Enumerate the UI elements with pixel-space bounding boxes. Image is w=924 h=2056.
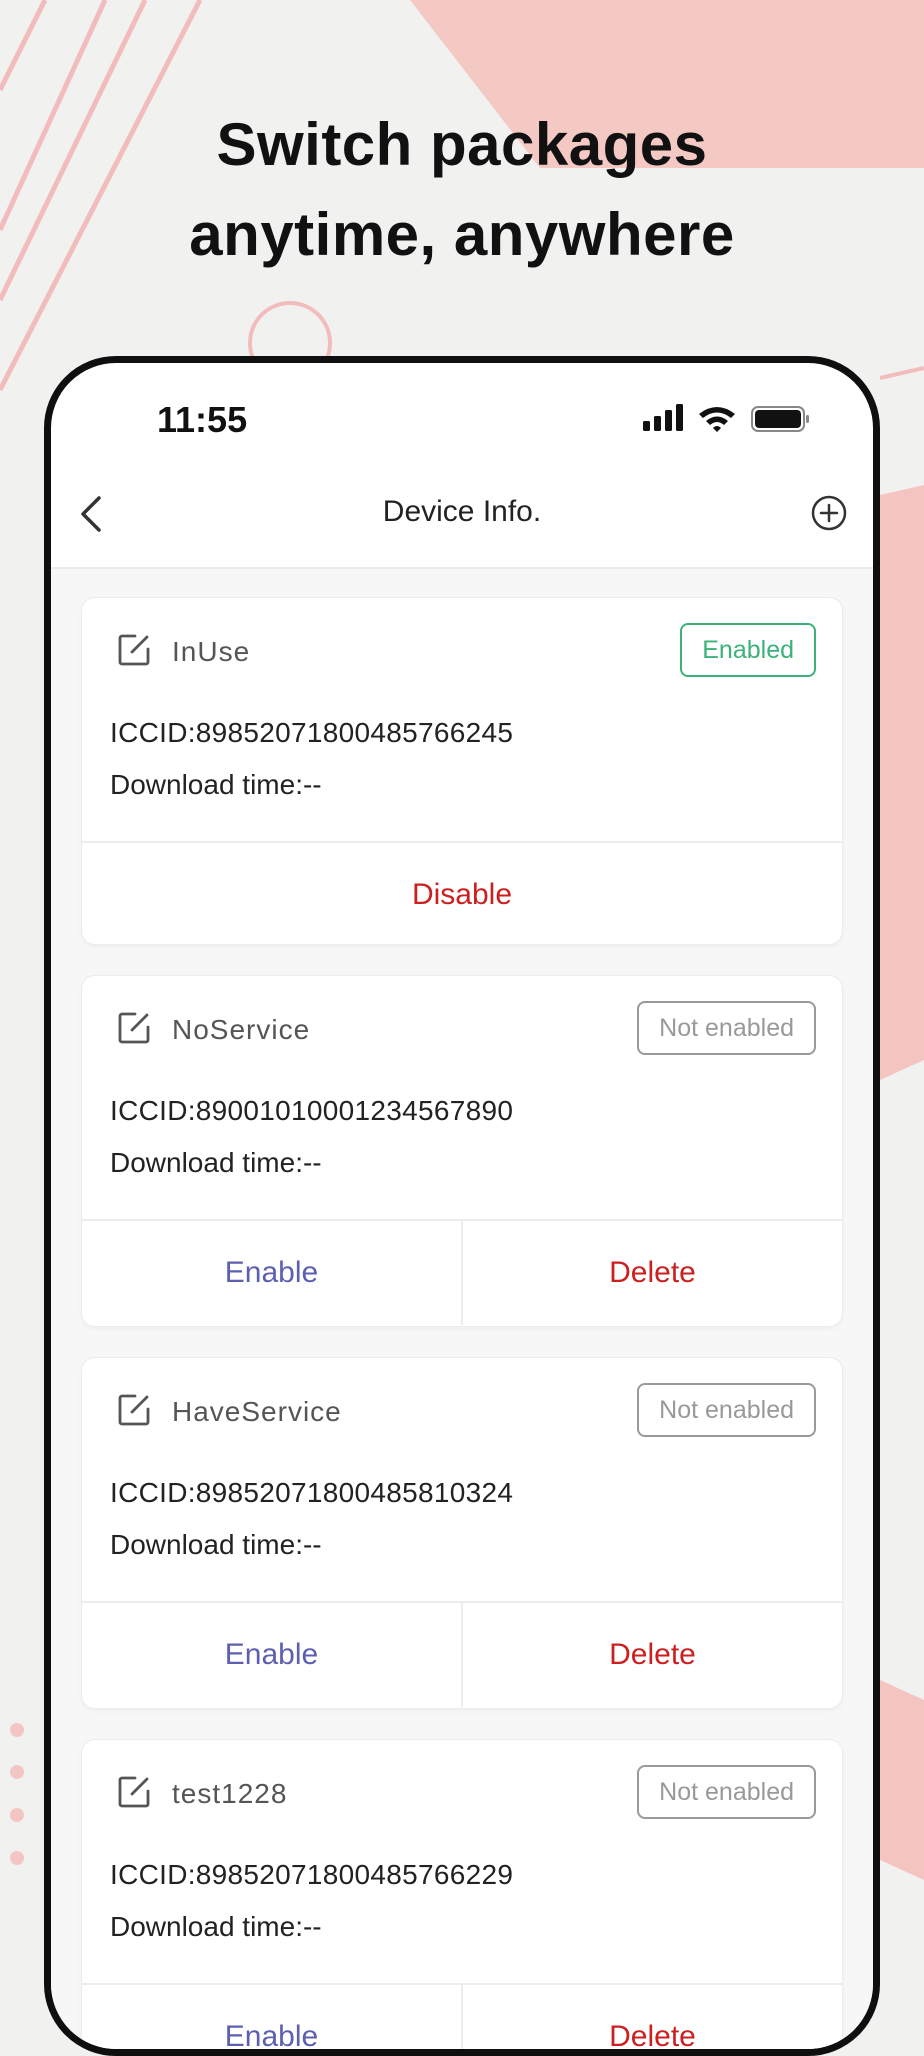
delete-button[interactable]: Delete (461, 1603, 842, 1707)
enable-button[interactable]: Enable (82, 1221, 461, 1325)
status-bar: 11:55 (51, 363, 873, 453)
add-button[interactable] (809, 493, 849, 533)
card-actions: Enable Delete (82, 1219, 842, 1325)
deco-dot (10, 1765, 24, 1779)
deco-line (0, 0, 48, 92)
download-time-text: Download time:-- (110, 769, 322, 800)
status-badge: Enabled (680, 623, 816, 677)
nav-bar: Device Info. (51, 463, 873, 569)
status-time: 11:55 (157, 399, 248, 440)
card-actions: Enable Delete (82, 1601, 842, 1707)
esim-card: NoService Not enabled ICCID:890010100012… (81, 975, 843, 1327)
deco-line (879, 366, 924, 380)
card-header: HaveService Not enabled (82, 1358, 842, 1458)
esim-card: InUse Enabled ICCID:89852071800485766245… (81, 597, 843, 945)
download-time-text: Download time:-- (110, 1529, 322, 1560)
disable-button[interactable]: Disable (82, 843, 842, 944)
page-title: Device Info. (382, 495, 542, 528)
deco-dot (10, 1808, 24, 1822)
status-badge: Not enabled (637, 1383, 816, 1437)
status-badge: Not enabled (637, 1765, 816, 1819)
headline-line-1: Switch packages (216, 111, 708, 178)
edit-icon[interactable] (114, 1390, 154, 1430)
battery-icon (751, 406, 809, 432)
card-name: NoService (172, 1014, 311, 1045)
deco-dot (10, 1723, 24, 1737)
card-name: InUse (172, 636, 251, 667)
card-header: InUse Enabled (82, 598, 842, 698)
edit-icon[interactable] (114, 1008, 154, 1048)
card-actions: Disable (82, 841, 842, 944)
enable-button[interactable]: Enable (82, 1985, 461, 2049)
phone-frame: 11:55 Device Info. InUse Enabled ICCID:8… (44, 356, 880, 2056)
card-header: test1228 Not enabled (82, 1740, 842, 1840)
card-actions: Enable Delete (82, 1983, 842, 2049)
headline-line-2: anytime, anywhere (189, 201, 735, 268)
cellular-signal-icon (643, 404, 683, 431)
card-header: NoService Not enabled (82, 976, 842, 1076)
iccid-text: ICCID:89852071800485766229 (110, 1859, 514, 1890)
deco-dot (10, 1851, 24, 1865)
status-badge: Not enabled (637, 1001, 816, 1055)
card-name: HaveService (172, 1396, 342, 1427)
esim-card: test1228 Not enabled ICCID:8985207180048… (81, 1739, 843, 2049)
edit-icon[interactable] (114, 630, 154, 670)
headline: Switch packages anytime, anywhere (0, 100, 924, 280)
pink-shape-right-lower (880, 1680, 924, 1880)
edit-icon[interactable] (114, 1772, 154, 1812)
delete-button[interactable]: Delete (461, 1985, 842, 2049)
plus-circle-icon (811, 495, 847, 531)
iccid-text: ICCID:89852071800485766245 (110, 717, 514, 748)
delete-button[interactable]: Delete (461, 1221, 842, 1325)
device-list: InUse Enabled ICCID:89852071800485766245… (51, 569, 873, 2049)
download-time-text: Download time:-- (110, 1147, 322, 1178)
iccid-text: ICCID:89852071800485810324 (110, 1477, 514, 1508)
card-name: test1228 (172, 1778, 288, 1809)
enable-button[interactable]: Enable (82, 1603, 461, 1707)
iccid-text: ICCID:89001010001234567890 (110, 1095, 514, 1126)
esim-card: HaveService Not enabled ICCID:8985207180… (81, 1357, 843, 1709)
wifi-icon (699, 407, 735, 432)
status-icons (643, 403, 813, 433)
download-time-text: Download time:-- (110, 1911, 322, 1942)
pink-shape-right (880, 485, 924, 1080)
